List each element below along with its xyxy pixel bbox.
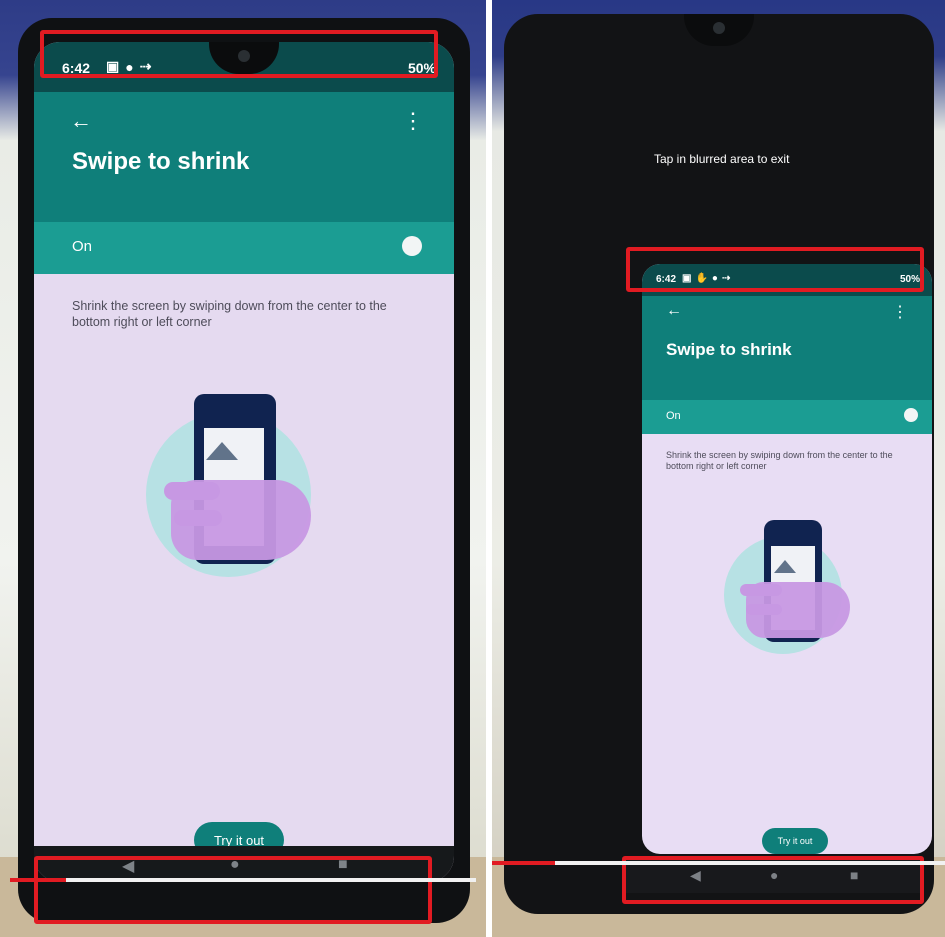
exit-hint-text: Tap in blurred area to exit	[654, 152, 790, 166]
description-text: Shrink the screen by swiping down from t…	[72, 299, 387, 329]
toggle-label: On	[666, 410, 681, 422]
page-title: Swipe to shrink	[666, 340, 792, 359]
mountain-icon	[206, 442, 238, 460]
left-frame: 6:42 ▣ ● ⇢ 50% ← ⋮ Swipe to shrink On Sh…	[0, 0, 486, 937]
camera-notch	[684, 14, 754, 46]
back-arrow-icon[interactable]: ←	[70, 108, 92, 134]
toggle-label: On	[72, 238, 93, 255]
right-frame: Tap in blurred area to exit 6:42 ▣ ✋ ● ⇢…	[492, 0, 945, 937]
try-it-out-button[interactable]: Try it out	[762, 828, 828, 854]
video-progress-fill	[492, 861, 556, 865]
phone-screen-left: 6:42 ▣ ● ⇢ 50% ← ⋮ Swipe to shrink On Sh…	[34, 42, 454, 882]
more-vert-icon[interactable]: ⋮	[402, 108, 424, 134]
video-progress-fill	[10, 878, 66, 882]
illustration	[722, 520, 882, 670]
more-vert-icon[interactable]: ⋮	[892, 302, 908, 322]
toggle-switch[interactable]	[904, 408, 918, 422]
nav-bar-highlight	[34, 856, 432, 924]
status-bar-highlight	[40, 30, 438, 78]
video-progress-bar[interactable]	[10, 878, 476, 882]
page-title: Swipe to shrink	[72, 148, 250, 175]
description-text: Shrink the screen by swiping down from t…	[666, 450, 893, 471]
video-progress-bar[interactable]	[492, 861, 945, 865]
toggle-row[interactable]: On	[642, 400, 932, 434]
app-bar: ← ⋮ Swipe to shrink	[34, 92, 454, 222]
illustration	[136, 394, 356, 604]
finger-illustration	[746, 604, 782, 615]
finger-illustration	[164, 482, 220, 500]
phone-body-right: Tap in blurred area to exit 6:42 ▣ ✋ ● ⇢…	[504, 14, 934, 914]
back-arrow-icon[interactable]: ←	[666, 302, 682, 320]
shrunk-screen[interactable]: 6:42 ▣ ✋ ● ⇢ 50% ← ⋮ Swipe to shrink On …	[642, 264, 932, 854]
status-bar-highlight	[626, 247, 924, 292]
finger-illustration	[174, 510, 222, 526]
toggle-row[interactable]: On	[34, 222, 454, 274]
app-bar: ← ⋮ Swipe to shrink	[642, 296, 932, 400]
finger-illustration	[740, 584, 782, 596]
toggle-switch[interactable]	[402, 236, 422, 256]
phone-body-left: 6:42 ▣ ● ⇢ 50% ← ⋮ Swipe to shrink On Sh…	[18, 18, 470, 923]
mountain-icon	[774, 560, 796, 573]
